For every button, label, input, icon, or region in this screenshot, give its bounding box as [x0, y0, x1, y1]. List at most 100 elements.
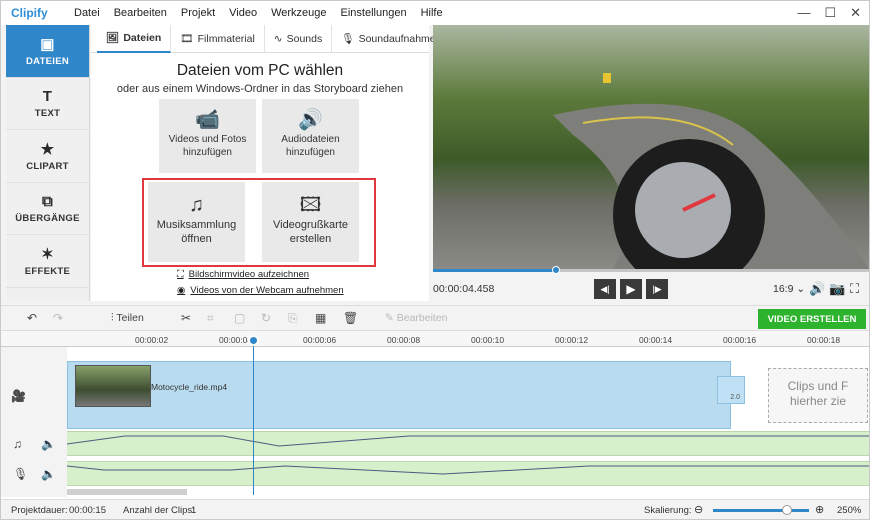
menu-datei[interactable]: Datei	[67, 1, 107, 25]
volume-icon[interactable]: 🔊	[809, 281, 825, 297]
tab-dateien[interactable]: 🖼 Dateien	[97, 24, 172, 53]
sidebar-item-label: ÜBERGÄNGE	[15, 212, 80, 224]
film-strip-icon[interactable]: ▦	[315, 311, 326, 325]
horizontal-scrollbar[interactable]	[67, 489, 187, 495]
video-camera-icon: 🎥	[11, 389, 26, 403]
minimize-button[interactable]: —	[797, 1, 810, 25]
ruler-tick: 00:00:18	[807, 335, 841, 345]
menu-projekt[interactable]: Projekt	[174, 1, 222, 25]
music-volume-envelope	[66, 435, 869, 447]
music-track[interactable]	[66, 431, 869, 456]
clip-thumbnail[interactable]	[75, 365, 151, 407]
menu-einstellungen[interactable]: Einstellungen	[334, 1, 414, 25]
sidebar-item-clipart[interactable]: ★ CLIPART	[6, 130, 89, 183]
app-window: Clipify Datei Bearbeiten Projekt Video W…	[0, 0, 870, 520]
ruler-tick: 00:00:08	[387, 335, 421, 345]
status-bar: Projektdauer: 00:00:15 Anzahl der Clips:…	[1, 499, 869, 519]
ruler-tick: 00:00:10	[471, 335, 505, 345]
app-logo: Clipify	[11, 6, 48, 20]
ruler-tick: 00:00:02	[135, 335, 169, 345]
crop-icon[interactable]: ⌗	[207, 311, 214, 326]
webcam-record-link[interactable]: ◉ Videos von der Webcam aufnehmen	[177, 285, 344, 296]
highlight-box	[142, 178, 376, 267]
tab-sounds[interactable]: ∿ Sounds	[265, 24, 333, 53]
playhead-handle[interactable]	[248, 335, 259, 346]
zoom-out-icon[interactable]: ⊖	[694, 503, 703, 516]
seek-bar[interactable]	[433, 269, 869, 272]
speaker-icon[interactable]: 🔈	[41, 467, 56, 481]
film-camera-icon: 📹	[195, 108, 220, 131]
magic-wand-icon: ✶	[41, 245, 54, 263]
undo-icon[interactable]: ↶	[27, 311, 37, 325]
redo-icon[interactable]: ↷	[53, 311, 63, 325]
menu-werkzeuge[interactable]: Werkzeuge	[264, 1, 333, 25]
split-icon: ⫶	[111, 312, 114, 324]
screen-capture-icon: ⛶	[177, 269, 184, 280]
split-button[interactable]: ⫶ Teilen	[111, 312, 144, 325]
video-track[interactable]	[67, 361, 731, 429]
sidebar-item-label: CLIPART	[26, 160, 69, 172]
play-button[interactable]: ▶	[620, 279, 642, 299]
tile-label: Videos und Fotos hinzufügen	[168, 133, 247, 158]
text-icon: T	[42, 87, 53, 105]
fullscreen-icon[interactable]: ⛶	[850, 281, 859, 297]
music-note-icon: ♫	[13, 437, 22, 451]
add-videos-photos-button[interactable]: 📹 Videos und Fotos hinzufügen	[159, 99, 256, 173]
video-preview[interactable]	[433, 25, 869, 269]
star-icon: ★	[40, 140, 55, 158]
sidebar-item-label: TEXT	[34, 107, 61, 119]
close-button[interactable]: ✕	[850, 1, 861, 25]
sidebar-item-effekte[interactable]: ✶ EFFEKTE	[6, 235, 89, 288]
sidebar: ▣ DATEIEN T TEXT ★ CLIPART ⧉ ÜBERGÄNGE ✶…	[6, 25, 90, 301]
playhead[interactable]	[253, 335, 254, 495]
zoom-label: Skalierung:	[644, 505, 692, 516]
clips-value: 1	[191, 505, 197, 516]
skip-back-icon: ◀|	[600, 283, 610, 294]
sidebar-item-dateien[interactable]: ▣ DATEIEN	[6, 25, 89, 78]
aspect-ratio-select[interactable]: 16:9 ⌄	[773, 283, 805, 295]
voice-track[interactable]	[66, 461, 869, 486]
record-screen-link[interactable]: ⛶ Bildschirmvideo aufzeichnen	[177, 269, 309, 280]
split-label: Teilen	[116, 312, 144, 324]
sidebar-item-label: DATEIEN	[25, 55, 70, 67]
current-time: 00:00:04.458	[433, 283, 495, 295]
zoom-slider[interactable]	[713, 509, 809, 512]
speaker-icon[interactable]: 🔈	[41, 437, 56, 451]
snapshot-camera-icon[interactable]: 📷	[829, 281, 845, 297]
waveform-icon: ∿	[273, 32, 283, 45]
edit-button[interactable]: ✎ Bearbeiten	[385, 312, 448, 324]
menu-bearbeiten[interactable]: Bearbeiten	[107, 1, 174, 25]
clip-dropzone[interactable]: Clips und F hierher zie	[768, 368, 868, 423]
preview-frame	[553, 73, 869, 269]
tab-label: Sounds	[286, 32, 323, 45]
panel-subtitle: oder aus einem Windows-Ordner in das Sto…	[116, 83, 404, 95]
frame-icon[interactable]: ▢	[234, 311, 245, 325]
previous-button[interactable]: ◀|	[594, 279, 616, 299]
next-button[interactable]: |▶	[646, 279, 668, 299]
trash-icon[interactable]: 🗑	[343, 311, 358, 325]
zoom-slider-handle[interactable]	[782, 505, 792, 515]
sidebar-item-uebergaenge[interactable]: ⧉ ÜBERGÄNGE	[6, 183, 89, 235]
pencil-icon: ✎	[385, 312, 394, 324]
create-video-button[interactable]: VIDEO ERSTELLEN	[758, 309, 866, 329]
sidebar-item-label: EFFEKTE	[24, 265, 71, 277]
timeline-ruler[interactable]: 00:00:02 00:00:04 00:00:06 00:00:08 00:0…	[1, 331, 869, 347]
tab-label: Dateien	[123, 31, 162, 44]
maximize-button[interactable]: ☐	[824, 1, 836, 25]
zoom-in-icon[interactable]: ⊕	[815, 503, 824, 516]
scissors-icon[interactable]: ✂	[181, 311, 191, 325]
sidebar-item-text[interactable]: T TEXT	[6, 78, 89, 130]
timeline: 00:00:02 00:00:04 00:00:06 00:00:08 00:0…	[1, 331, 869, 499]
rotate-icon[interactable]: ↻	[261, 311, 271, 325]
ruler-tick: 00:00:12	[555, 335, 589, 345]
tab-filmmaterial[interactable]: 🎞 Filmmaterial	[171, 24, 265, 53]
add-audio-button[interactable]: 🔊 Audiodateien hinzufügen	[262, 99, 359, 173]
menu-video[interactable]: Video	[222, 1, 264, 25]
seek-handle[interactable]	[552, 266, 560, 274]
menu-hilfe[interactable]: Hilfe	[414, 1, 450, 25]
copy-icon[interactable]: ⎘	[288, 311, 298, 326]
edit-toolbar: ↶ ↷ ⫶ Teilen ✂ ⌗ ▢ ↻ ⎘ ▦ 🗑 ✎ Bearbeiten …	[1, 305, 869, 331]
transition-marker[interactable]: 2.0	[717, 376, 745, 404]
panel-title: Dateien vom PC wählen	[176, 62, 344, 79]
tab-soundaufnahme[interactable]: 🎙 Soundaufnahme	[332, 25, 444, 53]
